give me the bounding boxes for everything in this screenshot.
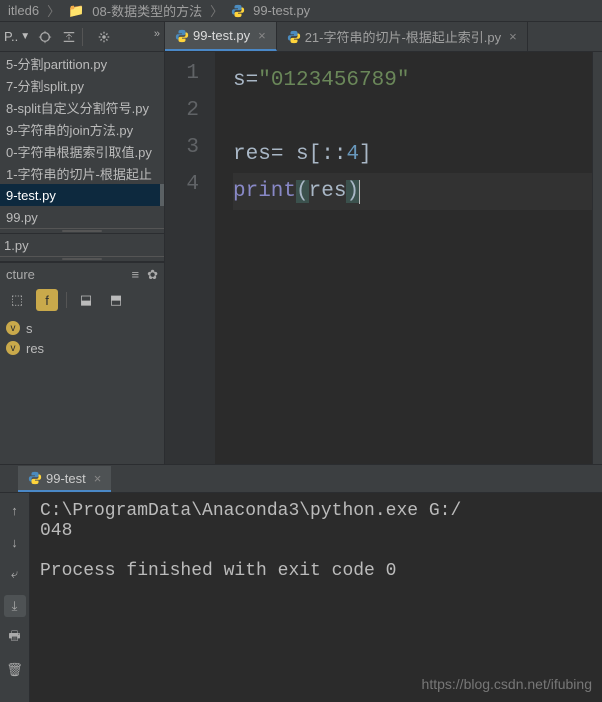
soft-wrap-icon[interactable]: ⤶ xyxy=(4,563,26,585)
tab-99-test[interactable]: 99-test.py × xyxy=(165,22,277,51)
chevron-right-icon: 〉 xyxy=(47,1,60,20)
structure-item[interactable]: vres xyxy=(6,338,158,358)
console-tab-label: 99-test xyxy=(46,471,86,486)
struct-btn[interactable]: ⬓ xyxy=(75,289,97,311)
overflow-icon[interactable]: » xyxy=(154,28,160,40)
console-tabs: 99-test × xyxy=(0,465,602,493)
python-file-icon xyxy=(231,4,245,18)
toolbar: P.. ▼ » 99-test.py × 21-字符串的切片-根据起止索引.py… xyxy=(0,22,602,52)
editor-tabs: 99-test.py × 21-字符串的切片-根据起止索引.py × xyxy=(165,22,602,51)
line-gutter: 1 2 3 4 xyxy=(165,52,215,464)
caret-icon xyxy=(359,180,360,204)
project-selector[interactable]: P.. ▼ xyxy=(0,29,30,44)
sort-icon[interactable]: ≡ xyxy=(132,267,140,283)
breadcrumb: itled6 〉 📁 08-数据类型的方法 〉 99-test.py xyxy=(0,0,602,22)
main-area: 5-分割partition.py 7-分割split.py 8-split自定义… xyxy=(0,52,602,464)
struct-btn[interactable]: ⬒ xyxy=(105,289,127,311)
file-item[interactable]: 1.py xyxy=(0,234,164,256)
up-arrow-icon[interactable]: ↑ xyxy=(4,499,26,521)
file-item-selected[interactable]: 9-test.py xyxy=(0,184,164,206)
breadcrumb-file[interactable]: 99-test.py xyxy=(253,3,310,18)
struct-btn[interactable]: ⬚ xyxy=(6,289,28,311)
print-icon[interactable]: 🖶 xyxy=(4,627,26,649)
breadcrumb-folder[interactable]: 08-数据类型的方法 xyxy=(92,1,202,20)
structure-toolbar: ⬚ f ⬓ ⬒ xyxy=(0,286,164,314)
file-item[interactable]: 99.py xyxy=(0,206,164,228)
breadcrumb-project[interactable]: itled6 xyxy=(8,3,39,18)
scroll-end-icon[interactable]: ⤓ xyxy=(4,595,26,617)
python-file-icon xyxy=(287,30,301,44)
separator xyxy=(82,28,83,46)
structure-header: cture ≡ ✿ xyxy=(0,262,164,286)
variable-icon: v xyxy=(6,341,20,355)
close-icon[interactable]: × xyxy=(94,471,102,486)
close-icon[interactable]: × xyxy=(509,29,517,44)
file-item[interactable]: 0-字符串根据索引取值.py xyxy=(0,140,164,162)
file-list-2: 1.py xyxy=(0,234,164,256)
trash-icon[interactable]: 🗑 xyxy=(4,659,26,681)
file-item[interactable]: 1-字符串的切片-根据起止 xyxy=(0,162,164,184)
code-line-current[interactable]: print(res) xyxy=(233,173,592,210)
structure-item[interactable]: vs xyxy=(6,318,158,338)
tab-label: 21-字符串的切片-根据起止索引.py xyxy=(305,27,501,46)
file-list: 5-分割partition.py 7-分割split.py 8-split自定义… xyxy=(0,52,164,228)
console-tab[interactable]: 99-test × xyxy=(18,466,111,492)
file-item[interactable]: 9-字符串的join方法.py xyxy=(0,118,164,140)
code-editor[interactable]: 1 2 3 4 s = "0123456789" res = s[::4] pr… xyxy=(165,52,602,464)
gear-icon[interactable]: ✿ xyxy=(147,267,158,283)
separator xyxy=(66,292,67,308)
down-arrow-icon[interactable]: ↓ xyxy=(4,531,26,553)
close-icon[interactable]: × xyxy=(258,28,266,43)
project-sidebar: 5-分割partition.py 7-分割split.py 8-split自定义… xyxy=(0,52,165,464)
structure-title: cture xyxy=(6,267,35,282)
target-icon[interactable] xyxy=(38,30,52,44)
chevron-right-icon: 〉 xyxy=(210,1,223,20)
chevron-down-icon: ▼ xyxy=(20,31,30,42)
struct-btn-active[interactable]: f xyxy=(36,289,58,311)
watermark: https://blog.csdn.net/ifubing xyxy=(422,676,592,692)
gear-icon[interactable] xyxy=(97,30,111,44)
project-panel-toolbar: P.. ▼ » xyxy=(0,22,165,51)
editor-scrollbar[interactable] xyxy=(592,52,602,464)
console-output[interactable]: C:\ProgramData\Anaconda3\python.exe G:/ … xyxy=(30,493,602,702)
code-line[interactable]: res = s[::4] xyxy=(233,136,592,173)
structure-items: vs vres xyxy=(0,314,164,362)
variable-icon: v xyxy=(6,321,20,335)
python-file-icon xyxy=(28,471,42,485)
code-line[interactable] xyxy=(233,99,592,136)
console-body: ↑ ↓ ⤶ ⤓ 🖶 🗑 C:\ProgramData\Anaconda3\pyt… xyxy=(0,493,602,702)
file-item[interactable]: 8-split自定义分割符号.py xyxy=(0,96,164,118)
file-item[interactable]: 7-分割split.py xyxy=(0,74,164,96)
tab-21-slice[interactable]: 21-字符串的切片-根据起止索引.py × xyxy=(277,22,528,51)
python-file-icon xyxy=(175,29,189,43)
file-item[interactable]: 5-分割partition.py xyxy=(0,52,164,74)
folder-icon: 📁 xyxy=(68,3,84,19)
run-console: 99-test × ↑ ↓ ⤶ ⤓ 🖶 🗑 C:\ProgramData\Ana… xyxy=(0,464,602,702)
code-line[interactable]: s = "0123456789" xyxy=(233,62,592,99)
collapse-icon[interactable] xyxy=(62,30,76,44)
console-gutter: ↑ ↓ ⤶ ⤓ 🖶 🗑 xyxy=(0,493,30,702)
tab-label: 99-test.py xyxy=(193,28,250,43)
code-area[interactable]: s = "0123456789" res = s[::4] print(res) xyxy=(215,52,592,464)
